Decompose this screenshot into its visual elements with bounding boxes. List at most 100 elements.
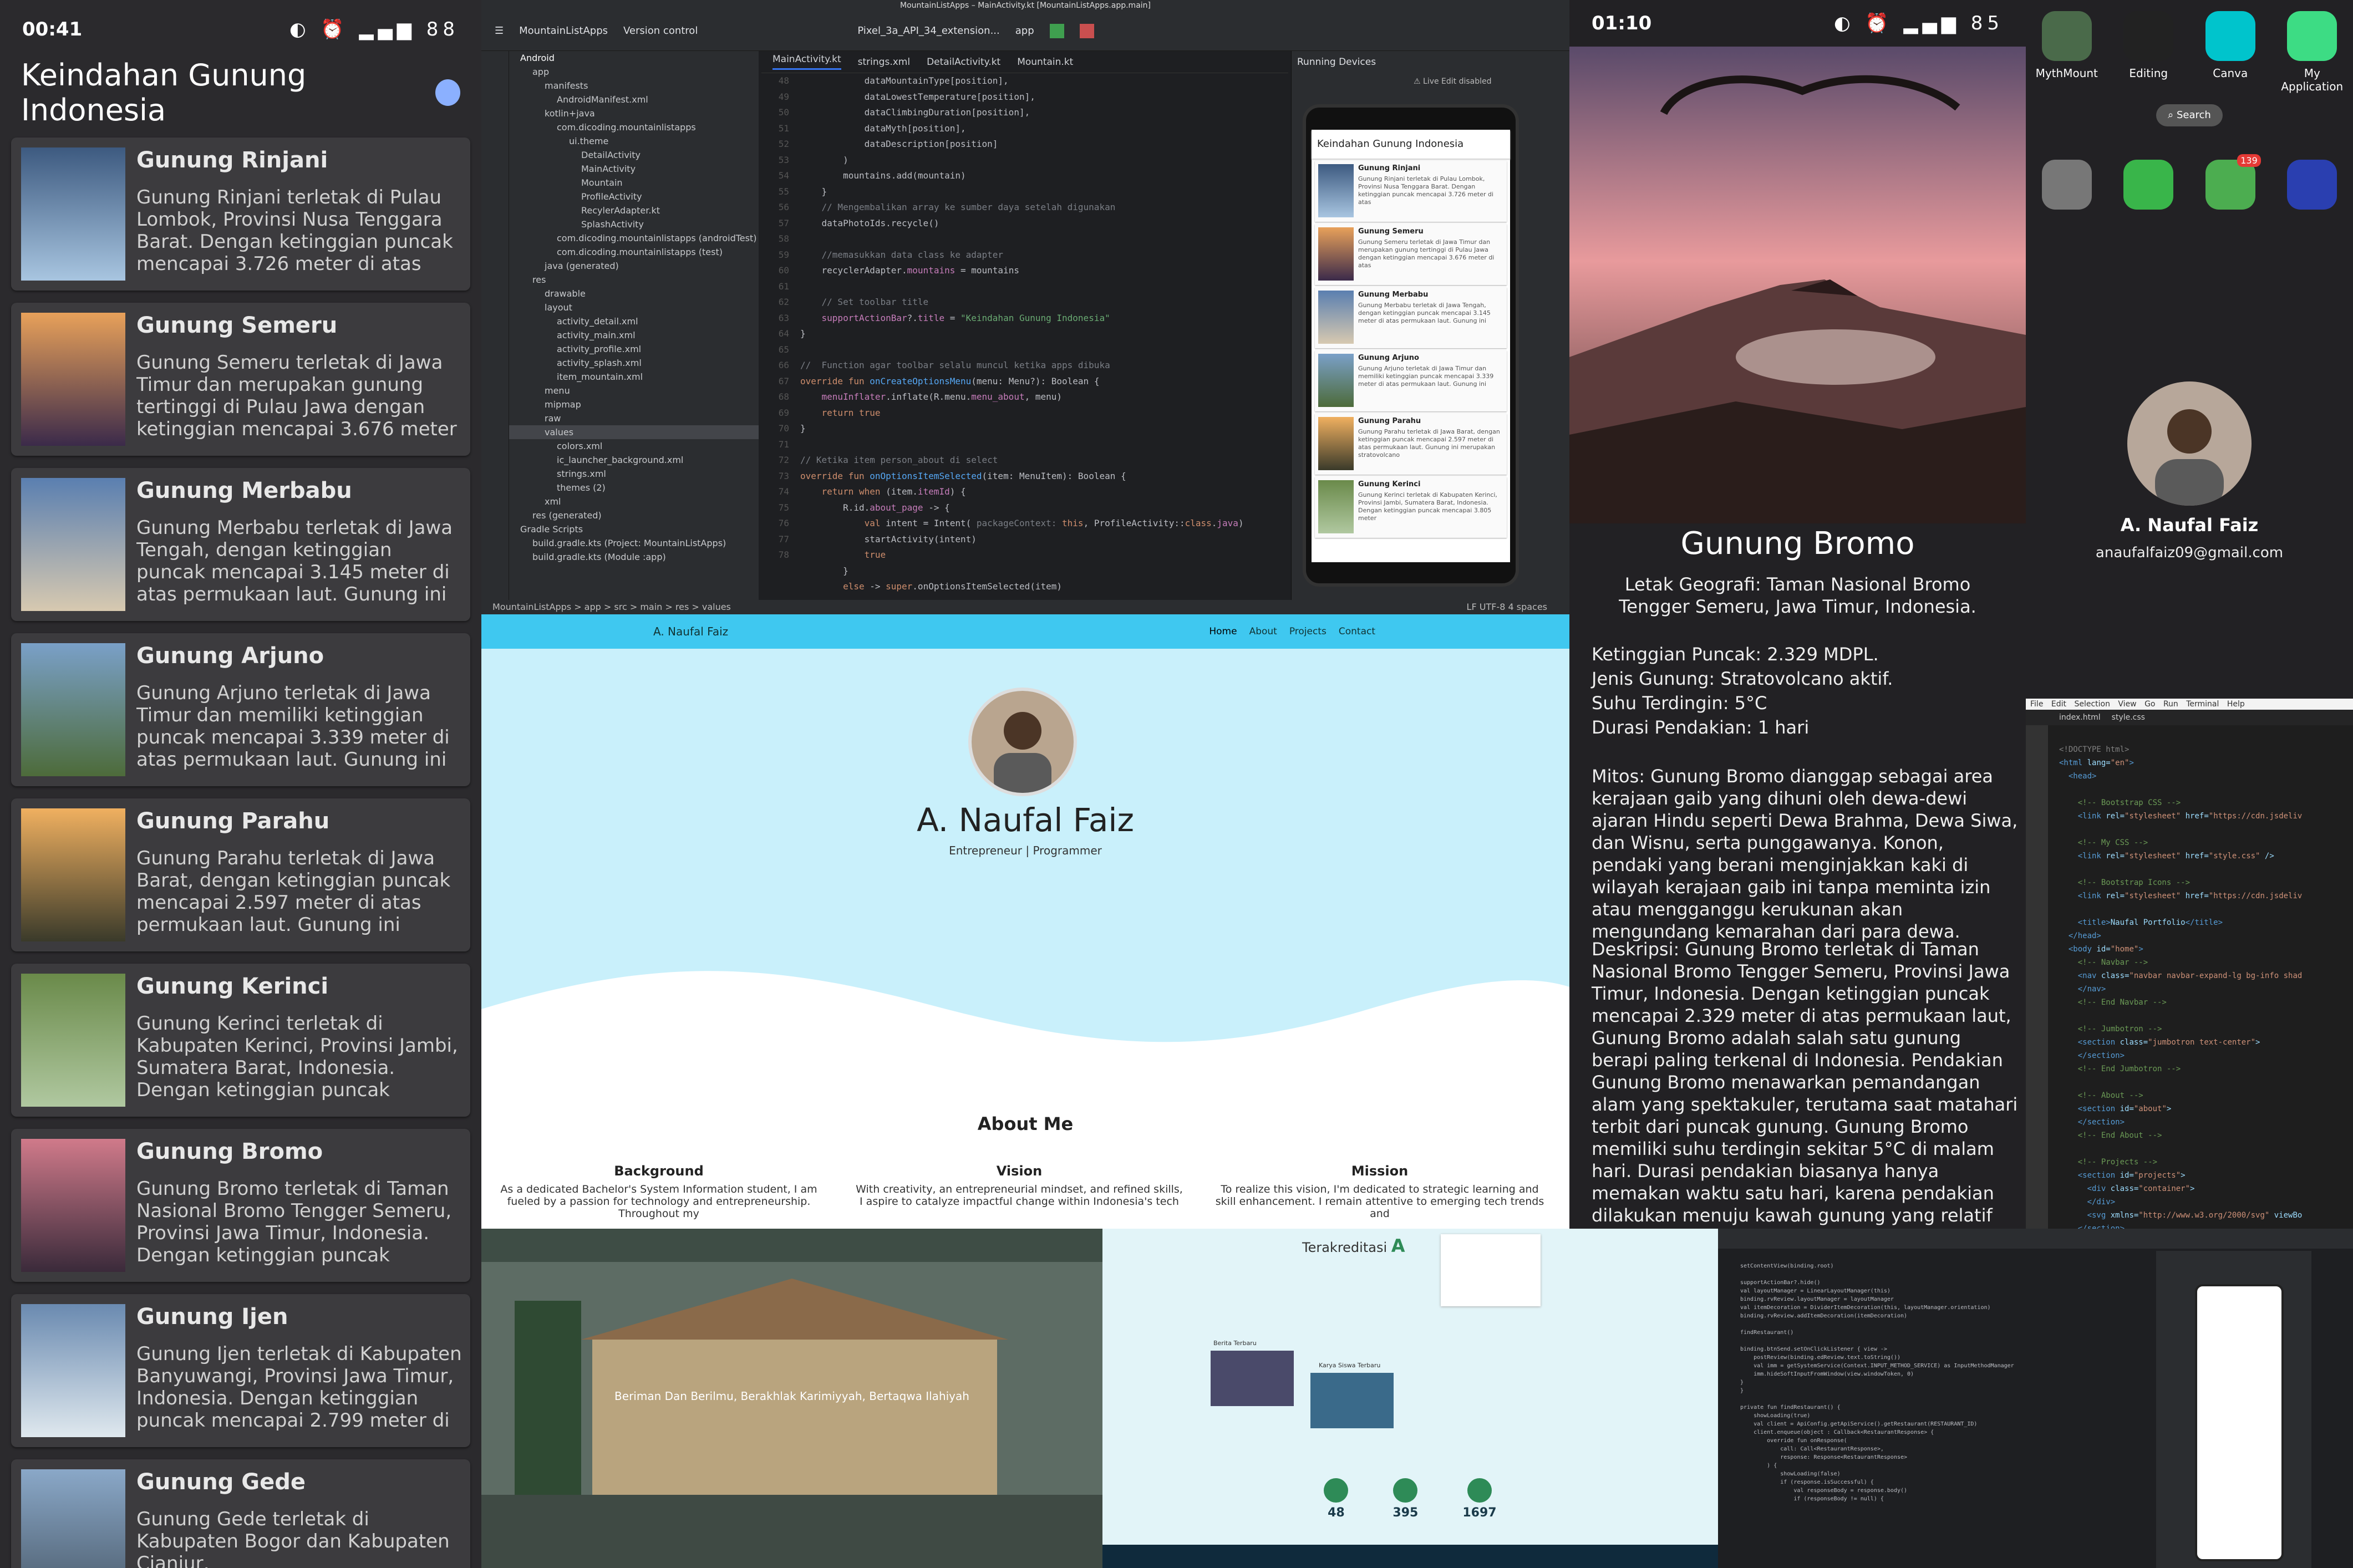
tree-item[interactable]: activity_splash.xml [509, 356, 759, 370]
project-selector[interactable]: MountainListApps [519, 25, 608, 37]
nav-link[interactable]: Home [1209, 626, 1237, 637]
emulator-app-title: Keindahan Gunung Indonesia [1312, 130, 1510, 159]
vscode-code[interactable]: <!DOCTYPE html> <html lang="en"> <head> … [2059, 743, 2302, 1229]
breadcrumb[interactable]: MountainListApps > app > src > main > re… [492, 602, 731, 612]
tree-item[interactable]: xml [509, 495, 759, 508]
mountain-card[interactable]: Gunung Rinjani Gunung Rinjani terletak d… [11, 138, 470, 291]
tree-item[interactable]: colors.xml [509, 439, 759, 453]
mountain-card[interactable]: Gunung Merbabu Gunung Merbabu terletak d… [11, 468, 470, 621]
tree-item[interactable]: res (generated) [509, 508, 759, 522]
tree-item[interactable]: Gradle Scripts [509, 522, 759, 536]
nav-link[interactable]: About [1249, 626, 1277, 637]
emulator-thumbnail [1318, 227, 1354, 281]
vscode-menu[interactable]: File Edit Selection View Go Run Terminal… [2026, 699, 2353, 710]
messages-icon[interactable]: 139 [2205, 154, 2261, 210]
assistant-icon[interactable] [2287, 160, 2337, 210]
vscode-tab[interactable]: index.html [2059, 710, 2101, 725]
vcs-selector[interactable]: Version control [623, 25, 698, 37]
emulator-device[interactable]: Keindahan Gunung Indonesia Gunung Rinjan… [1303, 104, 1519, 587]
tree-item[interactable]: MainActivity [509, 162, 759, 176]
emulator-list-item[interactable]: Gunung Parahu Gunung Parahu terletak di … [1315, 414, 1507, 475]
run-icon[interactable] [1049, 23, 1064, 38]
tree-item[interactable]: drawable [509, 287, 759, 301]
tree-item[interactable]: item_mountain.xml [509, 370, 759, 384]
editor-tab[interactable]: MainActivity.kt [773, 54, 841, 70]
mountain-card[interactable]: Gunung Parahu Gunung Parahu terletak di … [11, 798, 470, 951]
tree-item[interactable]: res [509, 273, 759, 287]
search-button[interactable]: ⌕ Search [2156, 104, 2223, 126]
mountain-thumbnail [21, 1469, 125, 1568]
stop-icon[interactable] [1079, 23, 1094, 38]
code-editor[interactable]: MainActivity.kt strings.xml DetailActivity… [761, 51, 1288, 600]
tree-item[interactable]: com.dicoding.mountainlistapps (androidTe… [509, 231, 759, 245]
code-content[interactable]: 48 49 50 51 52 53 54 55 56 57 58 59 60 6… [761, 73, 1288, 595]
tree-item[interactable]: DetailActivity [509, 148, 759, 162]
editor-tab[interactable]: DetailActivity.kt [927, 57, 1000, 68]
tree-item[interactable]: raw [509, 411, 759, 425]
mountain-card[interactable]: Gunung Gede Gunung Gede terletak di Kabu… [11, 1459, 470, 1568]
works-card[interactable] [1310, 1373, 1394, 1428]
profile-icon[interactable] [435, 79, 460, 106]
emulator-list-item[interactable]: Gunung Arjuno Gunung Arjuno terletak di … [1315, 350, 1507, 411]
emulator-screen[interactable]: Keindahan Gunung Indonesia Gunung Rinjan… [1312, 130, 1510, 562]
editor-tab[interactable]: Mountain.kt [1017, 57, 1073, 68]
view-selector[interactable]: Android [509, 51, 759, 65]
tree-item[interactable]: app [509, 65, 759, 79]
tree-item[interactable]: menu [509, 384, 759, 398]
menu-icon[interactable]: ☰ [495, 25, 504, 37]
mountain-card[interactable]: Gunung Bromo Gunung Bromo terletak di Ta… [11, 1129, 470, 1282]
tree-item[interactable]: ui.theme [509, 134, 759, 148]
app-icon[interactable]: Canva [2197, 11, 2264, 93]
tree-item[interactable]: strings.xml [509, 467, 759, 481]
navbar-brand[interactable]: A. Naufal Faiz [653, 625, 728, 638]
emulator-list-item[interactable]: Gunung Rinjani Gunung Rinjani terletak d… [1315, 161, 1507, 222]
vscode-tabs: index.html style.css [2026, 710, 2353, 725]
tree-item[interactable]: ProfileActivity [509, 190, 759, 203]
emulator-list-item[interactable]: Gunung Kerinci Gunung Kerinci terletak d… [1315, 477, 1507, 538]
emulator-list-item[interactable]: Gunung Merbabu Gunung Merbabu terletak d… [1315, 287, 1507, 348]
tree-item[interactable]: manifests [509, 79, 759, 93]
device-selector[interactable]: Pixel_3a_API_34_extension... [857, 25, 999, 37]
nav-link[interactable]: Projects [1289, 626, 1327, 637]
tree-item[interactable]: build.gradle.kts (Module :app) [509, 550, 759, 564]
tree-item[interactable]: layout [509, 301, 759, 314]
emulator-list-item[interactable]: Gunung Semeru Gunung Semeru terletak di … [1315, 224, 1507, 285]
tree-item[interactable]: RecylerAdapter.kt [509, 203, 759, 217]
ide2-code[interactable]: setContentView(binding.root) supportActi… [1740, 1262, 2014, 1503]
mountain-card[interactable]: Gunung Arjuno Gunung Arjuno terletak di … [11, 633, 470, 786]
tree-item[interactable]: ic_launcher_background.xml [509, 453, 759, 467]
ide2-emulator[interactable] [2195, 1284, 2284, 1561]
tree-item[interactable]: build.gradle.kts (Project: MountainListA… [509, 536, 759, 550]
tree-item[interactable]: Mountain [509, 176, 759, 190]
tree-item[interactable]: com.dicoding.mountainlistapps [509, 120, 759, 134]
tree-item[interactable]: mipmap [509, 398, 759, 411]
footer [1102, 1545, 1718, 1568]
tree-item[interactable]: kotlin+java [509, 106, 759, 120]
module-selector[interactable]: app [1015, 25, 1034, 37]
camera-icon[interactable] [2041, 160, 2092, 210]
mountain-card[interactable]: Gunung Kerinci Gunung Kerinci terletak d… [11, 964, 470, 1117]
tree-item[interactable]: themes (2) [509, 481, 759, 495]
vscode-tab[interactable]: style.css [2112, 710, 2145, 725]
emulator-item-desc: Gunung Rinjani terletak di Pulau Lombok,… [1358, 175, 1494, 206]
tree-item[interactable]: values [509, 425, 759, 439]
nav-link[interactable]: Contact [1339, 626, 1375, 637]
tree-item[interactable]: activity_main.xml [509, 328, 759, 342]
detail-title: Gunung Bromo [1680, 526, 1915, 562]
mountain-card[interactable]: Gunung Semeru Gunung Semeru terletak di … [11, 303, 470, 456]
app-icon[interactable]: My Application [2279, 11, 2345, 93]
editor-tab[interactable]: strings.xml [858, 57, 910, 68]
tree-item[interactable]: java (generated) [509, 259, 759, 273]
mountain-card[interactable]: Gunung Ijen Gunung Ijen terletak di Kabu… [11, 1294, 470, 1447]
app-icon[interactable]: Editing [2115, 11, 2182, 93]
news-card[interactable] [1211, 1351, 1294, 1406]
phone-icon[interactable] [2123, 160, 2174, 210]
accreditation-page: Terakreditasi A Berita Terbaru Karya Sis… [1102, 1229, 1718, 1568]
tree-item[interactable]: activity_profile.xml [509, 342, 759, 356]
tree-item[interactable]: com.dicoding.mountainlistapps (test) [509, 245, 759, 259]
tree-item[interactable]: SplashActivity [509, 217, 759, 231]
mountain-name: Gunung Gede [136, 1469, 306, 1495]
tree-item[interactable]: activity_detail.xml [509, 314, 759, 328]
app-icon[interactable]: MythMount [2034, 11, 2100, 93]
tree-item[interactable]: AndroidManifest.xml [509, 93, 759, 106]
